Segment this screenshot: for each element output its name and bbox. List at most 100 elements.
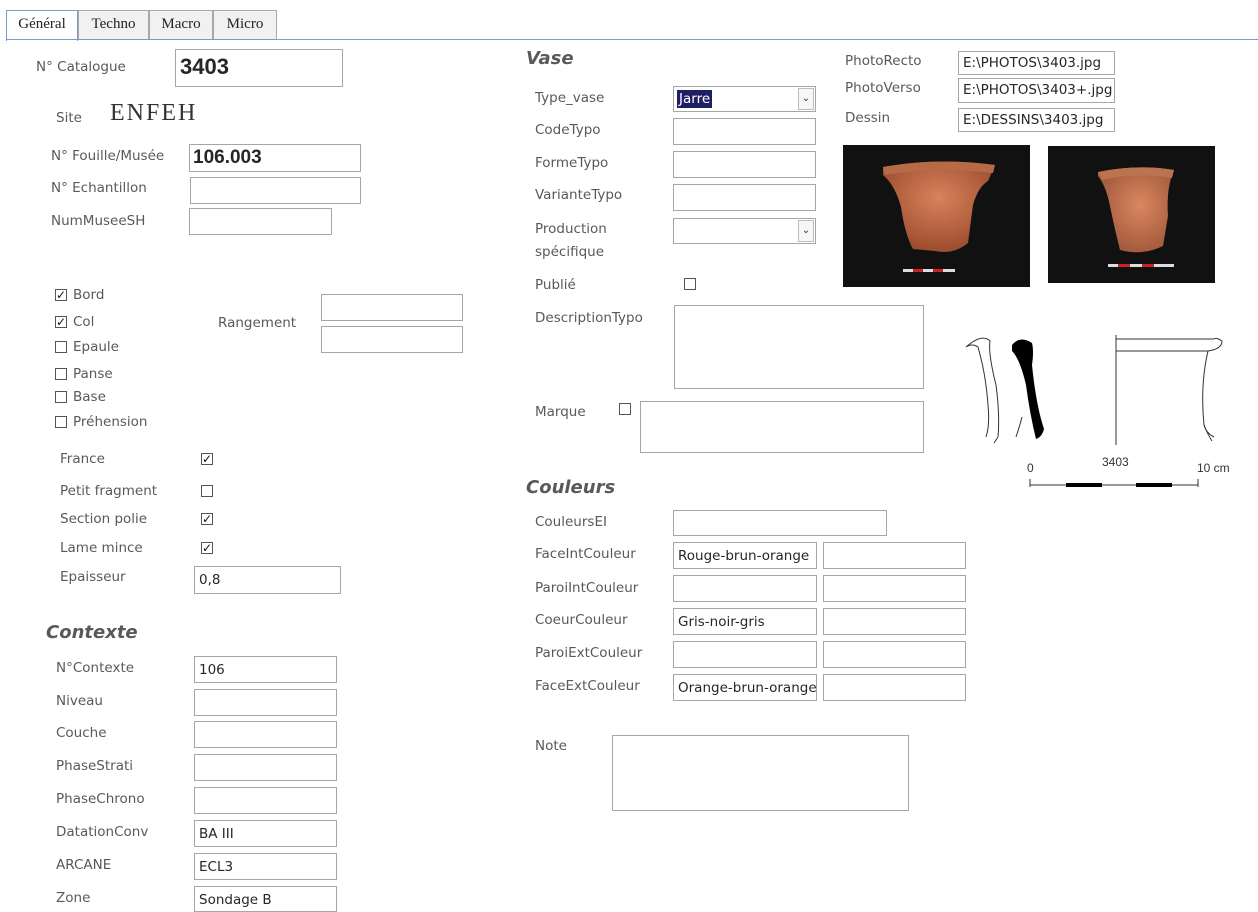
tab-general[interactable]: Général: [6, 10, 78, 41]
marque-label: Marque: [535, 404, 586, 420]
description-field[interactable]: [674, 305, 924, 389]
type-vase-value: Jarre: [677, 90, 713, 108]
rangement-label: Rangement: [218, 315, 297, 331]
chevron-down-icon[interactable]: ⌄: [798, 220, 814, 242]
col-label: Col: [73, 314, 95, 330]
coeurcouleur-field-2[interactable]: [823, 608, 966, 635]
paroiintcouleur-label: ParoiIntCouleur: [535, 580, 639, 596]
datationconv-field[interactable]: BA III: [194, 820, 337, 847]
specifique-label: spécifique: [535, 244, 605, 260]
petit-fragment-checkbox[interactable]: [201, 485, 213, 497]
couche-label: Couche: [56, 725, 107, 741]
col-checkbox[interactable]: ✓: [55, 316, 67, 328]
vase-title: Vase: [526, 48, 574, 69]
phasechrono-field[interactable]: [194, 787, 337, 814]
panse-label: Panse: [73, 366, 113, 382]
contexte-field[interactable]: 106: [194, 656, 337, 683]
formetypo-field[interactable]: [673, 151, 816, 178]
zone-label: Zone: [56, 890, 91, 906]
base-checkbox[interactable]: [55, 391, 67, 403]
dessin-label: Dessin: [845, 110, 891, 126]
site-label: Site: [56, 110, 82, 126]
catalogue-label: N° Catalogue: [36, 59, 126, 75]
faceextcouleur-field[interactable]: Orange-brun-orange: [673, 674, 817, 701]
formetypo-label: FormeTypo: [535, 155, 609, 171]
tab-macro[interactable]: Macro: [149, 10, 213, 39]
echantillon-label: N° Echantillon: [51, 180, 147, 196]
paroiextcouleur-field[interactable]: [673, 641, 817, 668]
dessin-field[interactable]: E:\DESSINS\3403.jpg: [958, 108, 1115, 132]
fouille-field[interactable]: 106.003: [189, 144, 361, 172]
codetypo-label: CodeTypo: [535, 122, 601, 138]
publie-checkbox[interactable]: [684, 278, 696, 290]
note-field[interactable]: [612, 735, 909, 811]
vessel-drawing: [960, 325, 1230, 495]
tab-techno[interactable]: Techno: [78, 10, 149, 39]
couleurs-title: Couleurs: [526, 477, 616, 498]
couche-field[interactable]: [194, 721, 337, 748]
site-value[interactable]: ENFEH: [110, 100, 197, 127]
france-label: France: [60, 451, 105, 467]
faceextcouleur-field-2[interactable]: [823, 674, 966, 701]
section-polie-label: Section polie: [60, 511, 148, 527]
arcane-label: ARCANE: [56, 857, 112, 873]
faceintcouleur-label: FaceIntCouleur: [535, 546, 636, 562]
couleursei-field[interactable]: [673, 510, 887, 536]
variantetypo-label: VarianteTypo: [535, 187, 623, 203]
rangement-field-2[interactable]: [321, 326, 463, 353]
chevron-down-icon[interactable]: ⌄: [798, 88, 814, 110]
note-label: Note: [535, 738, 567, 754]
marque-checkbox[interactable]: [619, 403, 631, 415]
zone-field[interactable]: Sondage B: [194, 886, 337, 912]
variantetypo-field[interactable]: [673, 184, 816, 211]
faceextcouleur-label: FaceExtCouleur: [535, 678, 640, 694]
nummusee-field[interactable]: [189, 208, 332, 235]
paroiextcouleur-field-2[interactable]: [823, 641, 966, 668]
base-label: Base: [73, 389, 106, 405]
production-dropdown[interactable]: ⌄: [673, 218, 816, 244]
scale-start-label: 0: [1027, 461, 1034, 475]
arcane-field[interactable]: ECL3: [194, 853, 337, 880]
section-polie-checkbox[interactable]: ✓: [201, 513, 213, 525]
photo-recto-image: [843, 145, 1030, 287]
epaule-label: Epaule: [73, 339, 119, 355]
contexte-title: Contexte: [46, 622, 138, 643]
photoverso-label: PhotoVerso: [845, 80, 921, 96]
echantillon-field[interactable]: [190, 177, 361, 204]
paroiintcouleur-field[interactable]: [673, 575, 817, 602]
type-vase-dropdown[interactable]: Jarre ⌄: [673, 86, 816, 112]
fouille-label: N° Fouille/Musée: [51, 148, 165, 164]
datationconv-label: DatationConv: [56, 824, 149, 840]
marque-field[interactable]: [640, 401, 924, 453]
tab-micro[interactable]: Micro: [213, 10, 277, 39]
epaisseur-label: Epaisseur: [60, 569, 126, 585]
france-checkbox[interactable]: ✓: [201, 453, 213, 465]
coeurcouleur-field[interactable]: Gris-noir-gris: [673, 608, 817, 635]
bord-checkbox[interactable]: ✓: [55, 289, 67, 301]
phasestrati-label: PhaseStrati: [56, 758, 134, 774]
epaule-checkbox[interactable]: [55, 341, 67, 353]
phasestrati-field[interactable]: [194, 754, 337, 781]
faceintcouleur-field-2[interactable]: [823, 542, 966, 569]
petit-fragment-label: Petit fragment: [60, 483, 158, 499]
type-vase-label: Type_vase: [535, 90, 605, 106]
niveau-field[interactable]: [194, 689, 337, 716]
prehension-label: Préhension: [73, 414, 148, 430]
drawing-id-label: 3403: [1102, 455, 1129, 469]
rangement-field-1[interactable]: [321, 294, 463, 321]
photorecto-field[interactable]: E:\PHOTOS\3403.jpg: [958, 51, 1115, 75]
photoverso-field[interactable]: E:\PHOTOS\3403+.jpg: [958, 78, 1115, 103]
epaisseur-field[interactable]: 0,8: [194, 566, 341, 594]
tab-divider: [6, 39, 1258, 40]
codetypo-field[interactable]: [673, 118, 816, 145]
contexte-label: N°Contexte: [56, 660, 135, 676]
scale-end-label: 10 cm: [1197, 461, 1230, 475]
paroiintcouleur-field-2[interactable]: [823, 575, 966, 602]
panse-checkbox[interactable]: [55, 368, 67, 380]
production-label: Production: [535, 221, 607, 237]
faceintcouleur-field[interactable]: Rouge-brun-orange: [673, 542, 817, 569]
lame-mince-checkbox[interactable]: ✓: [201, 542, 213, 554]
catalogue-field[interactable]: 3403: [175, 49, 343, 87]
prehension-checkbox[interactable]: [55, 416, 67, 428]
paroiextcouleur-label: ParoiExtCouleur: [535, 645, 643, 661]
